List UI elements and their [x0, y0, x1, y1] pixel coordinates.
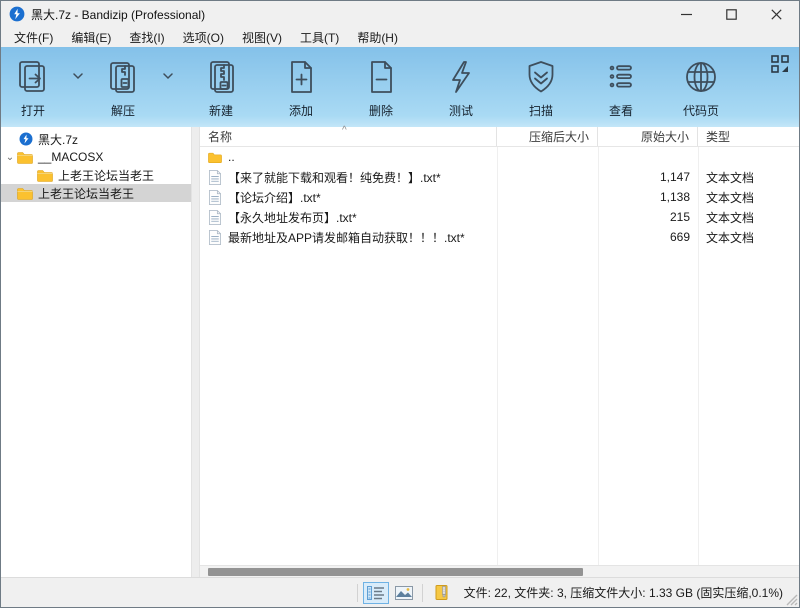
archive-summary-text: 文件: 22, 文件夹: 3, 压缩文件大小: 1.33 GB (固实压缩,0.…: [463, 586, 783, 600]
shield-scan-icon: [528, 61, 554, 93]
tree-item-macosx-child[interactable]: 上老王论坛当老王: [1, 166, 191, 184]
file-row[interactable]: 【论坛介绍】.txt* 1,138 文本文档: [200, 187, 799, 207]
menu-help[interactable]: 帮助(H): [348, 27, 407, 48]
test-label: 测试: [448, 104, 473, 118]
tree-label: 上老王论坛当老王: [38, 186, 135, 201]
folder-icon: [208, 152, 222, 163]
test-button[interactable]: 测试: [421, 47, 501, 125]
view-button[interactable]: 查看: [581, 47, 661, 125]
view-label: 查看: [608, 104, 633, 118]
tree-expander-icon[interactable]: ⌄: [3, 152, 17, 163]
text-file-icon: [209, 209, 221, 225]
folder-icon: [17, 187, 33, 200]
codepage-button[interactable]: 代码页: [661, 47, 741, 125]
column-headers: 名称 ^ 压缩后大小 原始大小 类型: [200, 125, 799, 147]
open-dropdown-button[interactable]: [65, 47, 91, 105]
column-header-packed-size[interactable]: 压缩后大小: [497, 127, 598, 146]
image-view-icon: [395, 585, 413, 600]
tree-label: __MACOSX: [38, 150, 104, 164]
text-file-icon: [209, 229, 221, 245]
maximize-button[interactable]: [709, 1, 754, 27]
archive-folder-icon: [435, 585, 447, 600]
minimize-icon: [681, 13, 692, 15]
delete-button[interactable]: 删除: [341, 47, 421, 125]
menu-find[interactable]: 查找(I): [120, 27, 173, 48]
globe-icon: [686, 62, 716, 92]
statusbar-divider: [357, 583, 358, 602]
column-header-name[interactable]: 名称 ^: [200, 125, 497, 146]
file-rows: .. 【来了就能下载和观看！纯免费！】.txt* 1,147 文本文档 【论坛介…: [200, 147, 799, 565]
tree-item-selected-folder[interactable]: 上老王论坛当老王: [1, 184, 191, 202]
column-header-original-size[interactable]: 原始大小: [598, 127, 698, 146]
tree-label: 上老王论坛当老王: [58, 168, 155, 183]
sort-ascending-icon: ^: [342, 125, 347, 136]
main-area: 黑大.7z ⌄ __MACOSX 上老王论坛当老王 上老王论坛当老王 名称 ^ …: [1, 125, 799, 577]
open-archive-icon: [19, 61, 45, 92]
file-row[interactable]: 【永久地址发布页】.txt* 215 文本文档: [200, 207, 799, 227]
menu-tools[interactable]: 工具(T): [291, 27, 348, 48]
extract-archive-icon: [110, 62, 135, 93]
folder-tree: 黑大.7z ⌄ __MACOSX 上老王论坛当老王 上老王论坛当老王: [1, 127, 191, 577]
archive-icon: [19, 132, 33, 146]
chevron-down-icon: [163, 72, 173, 79]
window-title: 黑大.7z - Bandizip (Professional): [31, 7, 206, 22]
tree-item-archive-root[interactable]: 黑大.7z: [1, 130, 191, 148]
extract-label: 解压: [110, 104, 135, 118]
details-view-icon: [367, 585, 384, 600]
menu-options[interactable]: 选项(O): [174, 27, 233, 48]
parent-directory-row[interactable]: ..: [200, 147, 799, 167]
add-file-icon: [291, 61, 312, 93]
codepage-label: 代码页: [682, 104, 719, 118]
file-row[interactable]: 【来了就能下载和观看！纯免费！】.txt* 1,147 文本文档: [200, 167, 799, 187]
menu-view[interactable]: 视图(V): [233, 27, 291, 48]
toolbar: 打开 解压 新建 添加 删除 测试 扫描 查看 代码页: [1, 47, 799, 127]
column-header-type[interactable]: 类型: [698, 127, 799, 146]
menu-edit[interactable]: 编辑(E): [62, 27, 120, 48]
menu-bar: 文件(F) 编辑(E) 查找(I) 选项(O) 视图(V) 工具(T) 帮助(H…: [1, 27, 799, 47]
text-file-icon: [209, 169, 221, 185]
archive-comment-button[interactable]: [428, 582, 454, 604]
bandizip-logo-icon: [9, 6, 25, 22]
open-button[interactable]: 打开: [1, 47, 65, 125]
minimize-button[interactable]: [664, 1, 709, 27]
maximize-icon: [726, 8, 737, 20]
new-label: 新建: [208, 104, 233, 118]
add-label: 添加: [288, 104, 313, 118]
folder-icon: [37, 169, 53, 182]
bandizip-window: 黑大.7z - Bandizip (Professional) 文件(F) 编辑…: [0, 0, 800, 608]
delete-file-icon: [371, 61, 392, 93]
scan-label: 扫描: [528, 104, 553, 118]
new-archive-icon: [210, 61, 234, 93]
extract-button[interactable]: 解压: [91, 47, 155, 125]
text-file-icon: [209, 189, 221, 205]
tree-item-macosx[interactable]: ⌄ __MACOSX: [1, 148, 191, 166]
scrollbar-thumb[interactable]: [208, 568, 583, 576]
title-bar: 黑大.7z - Bandizip (Professional): [1, 1, 799, 27]
folder-icon: [17, 151, 33, 164]
tree-label: 黑大.7z: [38, 132, 79, 147]
lightning-icon: [452, 61, 470, 93]
horizontal-scrollbar[interactable]: [200, 565, 799, 577]
status-bar: 文件: 22, 文件夹: 3, 压缩文件大小: 1.33 GB (固实压缩,0.…: [1, 577, 799, 607]
resize-grip[interactable]: [785, 593, 798, 606]
add-button[interactable]: 添加: [261, 47, 341, 125]
close-icon: [771, 8, 782, 20]
scan-button[interactable]: 扫描: [501, 47, 581, 125]
pane-splitter[interactable]: [191, 127, 200, 577]
extract-dropdown-button[interactable]: [155, 47, 181, 105]
statusbar-divider: [422, 583, 423, 602]
list-view-icon: [609, 65, 632, 88]
menu-file[interactable]: 文件(F): [5, 27, 62, 48]
file-list: 名称 ^ 压缩后大小 原始大小 类型 .. 【来了就能下载和观看！纯免费！】.t…: [200, 125, 799, 577]
close-button[interactable]: [754, 1, 799, 27]
delete-label: 删除: [368, 104, 393, 118]
new-archive-button[interactable]: 新建: [181, 47, 261, 125]
file-row[interactable]: 最新地址及APP请发邮箱自动获取！！！.txt* 669 文本文档: [200, 227, 799, 247]
toolbar-layout-icon[interactable]: [771, 55, 789, 73]
thumbnail-view-button[interactable]: [391, 582, 417, 604]
chevron-down-icon: [73, 72, 83, 79]
details-view-button[interactable]: [363, 581, 389, 604]
open-label: 打开: [20, 104, 45, 118]
